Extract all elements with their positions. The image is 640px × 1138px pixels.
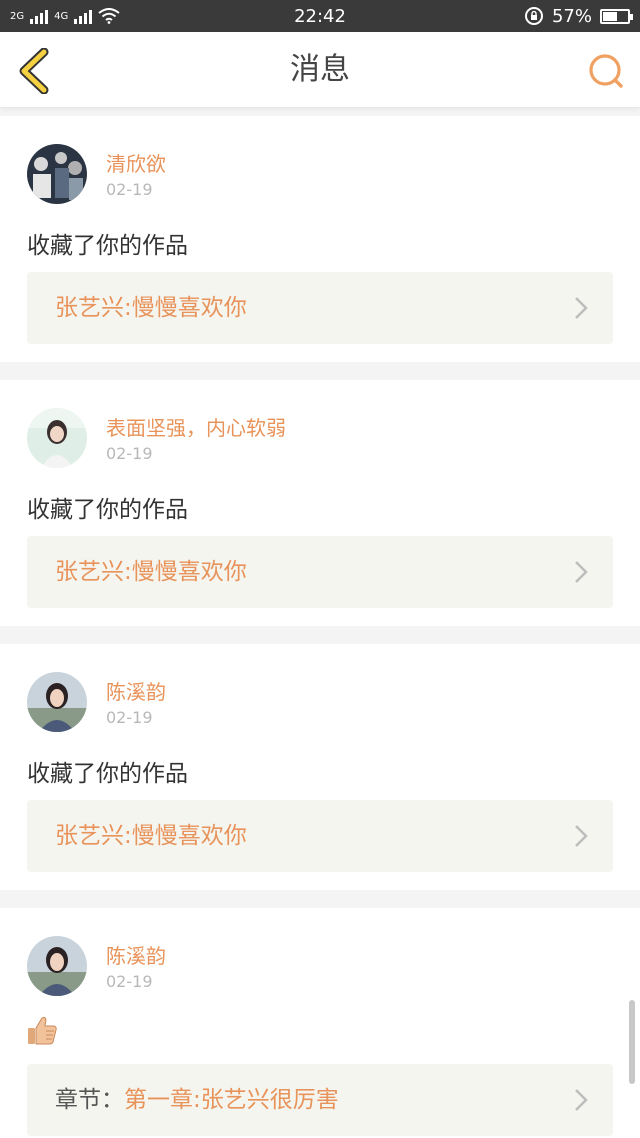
rotation-lock-icon [524, 7, 543, 25]
work-link[interactable]: 张艺兴:慢慢喜欢你 [27, 536, 613, 608]
search-icon [589, 54, 623, 88]
work-title: 张艺兴:慢慢喜欢你 [55, 536, 247, 608]
avatar[interactable] [27, 936, 87, 996]
message-date: 02-19 [106, 708, 153, 727]
battery-fill [603, 11, 617, 21]
message-card: 表面坚强，内心软弱 02-19 收藏了你的作品 张艺兴:慢慢喜欢你 [0, 380, 640, 626]
thumbs-up-icon [28, 1016, 57, 1045]
network-type-4g: 4G [54, 10, 69, 22]
chevron-right-icon [575, 825, 588, 847]
avatar[interactable] [27, 408, 87, 468]
battery-icon [600, 8, 633, 24]
status-bar: 2G 4G 22:42 57% [0, 0, 640, 32]
signal-indicators: 2G 4G [10, 8, 120, 24]
wifi-icon [98, 8, 120, 24]
message-date: 02-19 [106, 972, 153, 991]
battery-percent: 57% [551, 5, 592, 27]
chevron-right-icon [575, 1089, 588, 1111]
message-card: 清欣欲 02-19 收藏了你的作品 张艺兴:慢慢喜欢你 [0, 116, 640, 362]
chevron-right-icon [575, 561, 588, 583]
user-name[interactable]: 陈溪韵 [106, 676, 166, 705]
message-date: 02-19 [106, 180, 153, 199]
work-name: 张艺兴:慢慢喜欢你 [55, 823, 247, 849]
message-card: 陈溪韵 02-19 收藏了你的作品 张艺兴:慢慢喜欢你 [0, 644, 640, 890]
work-link[interactable]: 章节：第一章:张艺兴很厉害 [27, 1064, 613, 1136]
message-action: 收藏了你的作品 [27, 497, 188, 523]
signal-icon [30, 8, 49, 24]
avatar[interactable] [27, 672, 87, 732]
work-name: 第一章:张艺兴很厉害 [124, 1087, 339, 1113]
work-title: 张艺兴:慢慢喜欢你 [55, 272, 247, 344]
network-type-2g: 2G [10, 10, 25, 22]
message-action: 收藏了你的作品 [27, 761, 188, 787]
work-title: 章节：第一章:张艺兴很厉害 [55, 1064, 339, 1136]
work-name: 张艺兴:慢慢喜欢你 [55, 295, 247, 321]
scrollbar[interactable] [629, 1000, 635, 1084]
user-name[interactable]: 陈溪韵 [106, 940, 166, 969]
chevron-right-icon [575, 297, 588, 319]
back-chevron-icon [19, 47, 49, 95]
work-name: 张艺兴:慢慢喜欢你 [55, 559, 247, 585]
message-action: 收藏了你的作品 [27, 233, 188, 259]
nav-bar: 消息 [0, 32, 640, 108]
avatar[interactable] [27, 144, 87, 204]
signal-icon [74, 8, 93, 24]
work-prefix: 章节： [55, 1087, 124, 1113]
work-link[interactable]: 张艺兴:慢慢喜欢你 [27, 800, 613, 872]
back-button[interactable] [14, 47, 54, 95]
user-name[interactable]: 清欣欲 [106, 148, 166, 177]
page-title: 消息 [290, 52, 350, 87]
work-link[interactable]: 张艺兴:慢慢喜欢你 [27, 272, 613, 344]
search-button[interactable] [586, 52, 626, 92]
message-card: 陈溪韵 02-19 章节：第一章:张艺兴很厉害 [0, 908, 640, 1138]
user-name[interactable]: 表面坚强，内心软弱 [106, 412, 286, 441]
message-date: 02-19 [106, 444, 153, 463]
message-list[interactable]: 清欣欲 02-19 收藏了你的作品 张艺兴:慢慢喜欢你 表面坚强，内心软弱 02… [0, 108, 640, 1138]
work-title: 张艺兴:慢慢喜欢你 [55, 800, 247, 872]
